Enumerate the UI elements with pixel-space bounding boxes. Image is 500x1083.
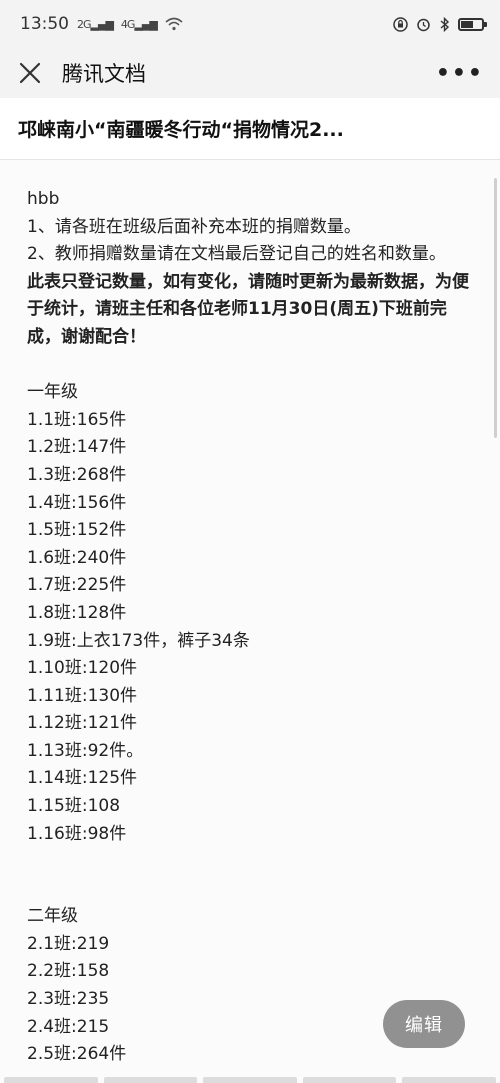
document-body[interactable]: hbb 1、请各班在班级后面补充本班的捐赠数量。 2、教师捐赠数量请在文档最后登… — [0, 160, 500, 1083]
grade2-heading: 二年级 — [27, 906, 78, 927]
grade1-heading: 一年级 — [27, 382, 78, 403]
bluetooth-icon — [440, 16, 450, 32]
bottom-sheet-tabs — [0, 1077, 500, 1083]
list-item: 1.5班:152件 — [27, 520, 127, 541]
list-item: 1.4班:156件 — [27, 492, 127, 513]
list-item: 1.16班:98件 — [27, 823, 127, 844]
list-item: 1.11班:130件 — [27, 685, 138, 706]
wifi-icon — [165, 17, 183, 31]
more-options-button[interactable]: ••• — [436, 61, 484, 86]
doc-title: 邛崃南小“南疆暖冬行动“捐物情况2... — [18, 119, 344, 141]
list-item: 1.10班:120件 — [27, 658, 138, 679]
list-item: 1.12班:121件 — [27, 713, 138, 734]
close-button[interactable] — [16, 59, 44, 87]
doc-header: 邛崃南小“南疆暖冬行动“捐物情况2... — [0, 98, 500, 160]
alarm-icon — [417, 18, 430, 31]
edit-button[interactable]: 编辑 — [383, 1000, 465, 1048]
list-item: 1.15班:108 — [27, 796, 121, 817]
list-item: 1.1班:165件 — [27, 409, 127, 430]
status-bar: 13:50 2G▂▄▆ 4G▂▄▆ — [0, 0, 500, 48]
list-item: 2.2班:158 — [27, 961, 110, 982]
scrollbar[interactable] — [494, 178, 497, 438]
intro-line: hbb — [27, 189, 60, 209]
list-item: 1.3班:268件 — [27, 464, 127, 485]
signal-4g-icon: 4G▂▄▆ — [120, 17, 158, 31]
list-item: 1.7班:225件 — [27, 575, 127, 596]
note-2: 2、教师捐赠数量请在文档最后登记自己的姓名和数量。 — [27, 244, 446, 265]
grade1-list: 1.1班:165件 1.2班:147件 1.3班:268件 1.4班:156件 … — [27, 407, 474, 849]
list-item: 1.8班:128件 — [27, 602, 127, 623]
signal-2g-icon: 2G▂▄▆ — [77, 17, 114, 31]
nav-bar: 腾讯文档 ••• — [0, 48, 500, 98]
list-item: 1.13班:92件。 — [27, 740, 144, 761]
note-1: 1、请各班在班级后面补充本班的捐赠数量。 — [27, 216, 361, 237]
list-item: 2.1班:219 — [27, 933, 110, 954]
list-item: 1.2班:147件 — [27, 437, 127, 458]
battery-icon — [458, 17, 487, 31]
close-icon — [19, 62, 41, 84]
list-item: 1.14班:125件 — [27, 768, 138, 789]
list-item: 1.6班:240件 — [27, 547, 127, 568]
status-time: 13:50 — [20, 14, 69, 34]
nav-title: 腾讯文档 — [62, 62, 146, 86]
lock-icon — [393, 16, 408, 32]
list-item: 1.9班:上衣173件，裤子34条 — [27, 630, 250, 651]
bold-notice: 此表只登记数量，如有变化，请随时更新为最新数据，为便于统计，请班主任和各位老师1… — [27, 271, 469, 347]
